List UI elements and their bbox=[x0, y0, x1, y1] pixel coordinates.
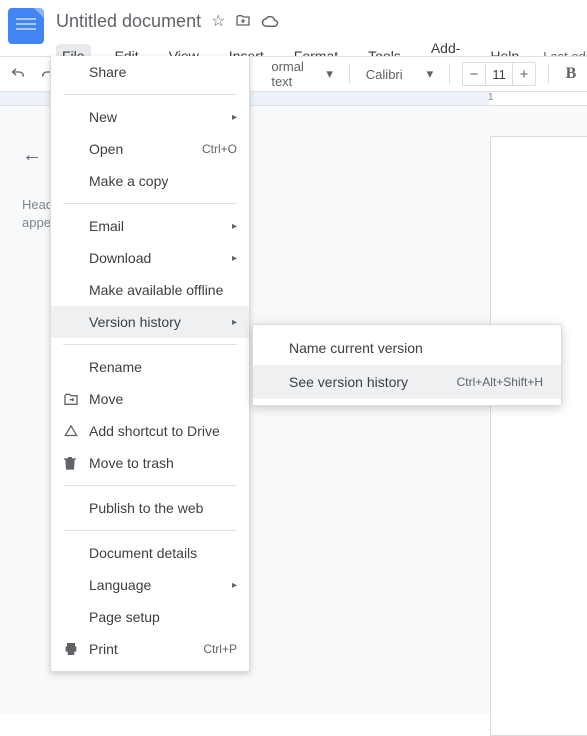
menu-details[interactable]: Document details bbox=[51, 537, 249, 569]
chevron-right-icon: ▸ bbox=[232, 221, 237, 232]
separator bbox=[449, 64, 450, 84]
menu-share[interactable]: Share bbox=[51, 56, 249, 88]
move-icon[interactable] bbox=[235, 13, 251, 29]
chevron-down-icon: ▾ bbox=[326, 66, 333, 82]
ruler-mark-1: 1 bbox=[488, 92, 494, 103]
paragraph-style-label: ormal text bbox=[271, 59, 322, 89]
trash-icon bbox=[63, 455, 89, 471]
font-size-input[interactable] bbox=[485, 63, 513, 85]
shortcut: Ctrl+Alt+Shift+H bbox=[457, 375, 543, 389]
menu-open[interactable]: Open Ctrl+O bbox=[51, 133, 249, 165]
menu-offline[interactable]: Make available offline bbox=[51, 274, 249, 306]
separator bbox=[349, 64, 350, 84]
outline-back-button[interactable]: ← bbox=[22, 144, 42, 167]
version-history-submenu: Name current version See version history… bbox=[252, 324, 562, 406]
star-icon[interactable]: ☆ bbox=[211, 11, 225, 31]
shortcut: Ctrl+P bbox=[203, 642, 237, 656]
folder-move-icon bbox=[63, 392, 89, 406]
separator bbox=[548, 64, 549, 84]
menu-new[interactable]: New ▸ bbox=[51, 101, 249, 133]
chevron-right-icon: ▸ bbox=[232, 580, 237, 591]
menu-version-history[interactable]: Version history ▸ bbox=[51, 306, 249, 338]
docs-app-icon[interactable] bbox=[8, 8, 44, 44]
header: Untitled document ☆ File Edit View Inser… bbox=[0, 0, 587, 56]
font-family-select[interactable]: Calibri ▾ bbox=[362, 66, 437, 82]
divider bbox=[63, 203, 237, 204]
font-family-label: Calibri bbox=[366, 67, 403, 82]
font-size-increase[interactable]: + bbox=[513, 63, 535, 85]
chevron-down-icon: ▾ bbox=[427, 66, 434, 82]
divider bbox=[63, 485, 237, 486]
cloud-status-icon[interactable] bbox=[261, 14, 279, 28]
chevron-right-icon: ▸ bbox=[232, 317, 237, 328]
menu-print[interactable]: Print Ctrl+P bbox=[51, 633, 249, 665]
submenu-see-version-history[interactable]: See version history Ctrl+Alt+Shift+H bbox=[253, 365, 561, 399]
outline-line: appe bbox=[22, 215, 51, 230]
menu-email[interactable]: Email ▸ bbox=[51, 210, 249, 242]
font-size-stepper: − + bbox=[462, 62, 536, 86]
title-row: Untitled document ☆ bbox=[56, 8, 587, 34]
menu-download[interactable]: Download ▸ bbox=[51, 242, 249, 274]
drive-shortcut-icon bbox=[63, 424, 89, 438]
ruler-page-zone bbox=[490, 92, 587, 105]
menu-trash[interactable]: Move to trash bbox=[51, 447, 249, 479]
undo-button[interactable] bbox=[6, 61, 30, 87]
font-size-decrease[interactable]: − bbox=[463, 63, 485, 85]
chevron-right-icon: ▸ bbox=[232, 253, 237, 264]
shortcut: Ctrl+O bbox=[202, 142, 237, 156]
document-page[interactable] bbox=[490, 136, 587, 736]
divider bbox=[63, 530, 237, 531]
file-dropdown: Share New ▸ Open Ctrl+O Make a copy Emai… bbox=[50, 56, 250, 672]
menu-language[interactable]: Language ▸ bbox=[51, 569, 249, 601]
menu-make-copy[interactable]: Make a copy bbox=[51, 165, 249, 197]
menu-publish[interactable]: Publish to the web bbox=[51, 492, 249, 524]
divider bbox=[63, 344, 237, 345]
bold-button[interactable]: B bbox=[561, 65, 581, 83]
document-title[interactable]: Untitled document bbox=[56, 11, 201, 32]
menu-move[interactable]: Move bbox=[51, 383, 249, 415]
chevron-right-icon: ▸ bbox=[232, 112, 237, 123]
outline-line: Head bbox=[22, 197, 53, 212]
paragraph-style-select[interactable]: ormal text ▾ bbox=[267, 59, 337, 89]
submenu-name-current-version[interactable]: Name current version bbox=[253, 331, 561, 365]
menu-page-setup[interactable]: Page setup bbox=[51, 601, 249, 633]
menu-add-shortcut[interactable]: Add shortcut to Drive bbox=[51, 415, 249, 447]
menu-rename[interactable]: Rename bbox=[51, 351, 249, 383]
print-icon bbox=[63, 641, 89, 657]
divider bbox=[63, 94, 237, 95]
